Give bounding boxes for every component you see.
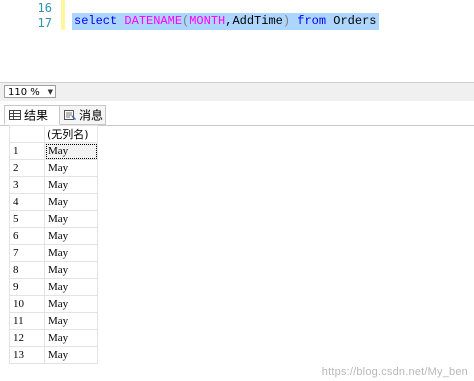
results-grid[interactable]: (无列名) 1 May 2 May 3 May 4 May 5 May 6 May 7 May… bbox=[9, 125, 98, 364]
grid-cell[interactable]: May bbox=[44, 278, 98, 296]
table-row[interactable]: 3 May bbox=[9, 176, 98, 194]
zoom-bar: 110 % ▼ bbox=[0, 82, 474, 101]
grid-cell[interactable]: May bbox=[44, 295, 98, 313]
table-row[interactable]: 8 May bbox=[9, 261, 98, 279]
line-number: 17 bbox=[37, 16, 52, 30]
column-header[interactable]: (无列名) bbox=[44, 125, 98, 143]
grid-cell[interactable]: May bbox=[44, 159, 98, 177]
chevron-down-icon[interactable]: ▼ bbox=[48, 86, 53, 99]
table-row[interactable]: 7 May bbox=[9, 244, 98, 262]
code-line-selected[interactable]: select DATENAME(MONTH,AddTime) from Orde… bbox=[72, 13, 379, 30]
table-row[interactable]: 2 May bbox=[9, 159, 98, 177]
grid-cell[interactable]: May bbox=[44, 176, 98, 194]
row-number[interactable]: 1 bbox=[9, 142, 45, 160]
function-datename: DATENAME bbox=[124, 14, 183, 28]
grid-cell[interactable]: May bbox=[44, 346, 98, 364]
table-row[interactable]: 1 May bbox=[9, 142, 98, 160]
grid-cell[interactable]: May bbox=[44, 193, 98, 211]
tab-results-label: 结果 bbox=[24, 108, 49, 123]
line-number: 16 bbox=[37, 1, 52, 15]
row-number[interactable]: 10 bbox=[9, 295, 45, 313]
zoom-value: 110 % bbox=[8, 87, 40, 98]
grid-cell[interactable]: May bbox=[44, 329, 98, 347]
message-icon bbox=[64, 109, 76, 120]
grid-cell[interactable]: May bbox=[44, 227, 98, 245]
row-number[interactable]: 6 bbox=[9, 227, 45, 245]
grid-cell[interactable]: May bbox=[44, 210, 98, 228]
tab-messages-label: 消息 bbox=[79, 108, 104, 123]
tab-messages[interactable]: 消息 bbox=[60, 105, 106, 125]
table-orders: Orders bbox=[333, 14, 377, 28]
row-number[interactable]: 2 bbox=[9, 159, 45, 177]
table-row[interactable]: 9 May bbox=[9, 278, 98, 296]
table-row[interactable]: 11 May bbox=[9, 312, 98, 330]
grid-icon bbox=[9, 109, 21, 120]
keyword-from: from bbox=[290, 14, 334, 28]
row-number[interactable]: 3 bbox=[9, 176, 45, 194]
table-row[interactable]: 4 May bbox=[9, 193, 98, 211]
table-row[interactable]: 6 May bbox=[9, 227, 98, 245]
change-indicator bbox=[61, 0, 65, 30]
result-tabbar: 结果 消息 bbox=[0, 101, 474, 126]
row-number[interactable]: 8 bbox=[9, 261, 45, 279]
tab-results[interactable]: 结果 bbox=[4, 105, 60, 125]
grid-cell[interactable]: May bbox=[44, 312, 98, 330]
row-number[interactable]: 7 bbox=[9, 244, 45, 262]
row-number[interactable]: 11 bbox=[9, 312, 45, 330]
watermark: https://blog.csdn.net/My_ben bbox=[321, 366, 468, 378]
table-row[interactable]: 12 May bbox=[9, 329, 98, 347]
grid-cell[interactable]: May bbox=[44, 244, 98, 262]
row-number[interactable]: 9 bbox=[9, 278, 45, 296]
grid-cell[interactable]: May bbox=[44, 142, 98, 160]
table-row[interactable]: 13 May bbox=[9, 346, 98, 364]
row-number[interactable]: 4 bbox=[9, 193, 45, 211]
row-number[interactable]: 12 bbox=[9, 329, 45, 347]
sql-editor[interactable]: 16 17 select DATENAME(MONTH,AddTime) fro… bbox=[0, 0, 474, 82]
column-addtime: ,AddTime bbox=[225, 14, 283, 28]
table-row[interactable]: 10 May bbox=[9, 295, 98, 313]
zoom-dropdown[interactable]: 110 % ▼ bbox=[4, 85, 56, 98]
close-paren: ) bbox=[282, 14, 291, 28]
grid-cell[interactable]: May bbox=[44, 261, 98, 279]
line-number-gutter: 16 17 bbox=[0, 0, 56, 82]
row-number[interactable]: 13 bbox=[9, 346, 45, 364]
table-row[interactable]: 5 May bbox=[9, 210, 98, 228]
row-number[interactable]: 5 bbox=[9, 210, 45, 228]
keyword-select: select bbox=[74, 14, 118, 28]
grid-corner[interactable] bbox=[9, 125, 45, 143]
datepart-month: MONTH bbox=[189, 14, 226, 28]
